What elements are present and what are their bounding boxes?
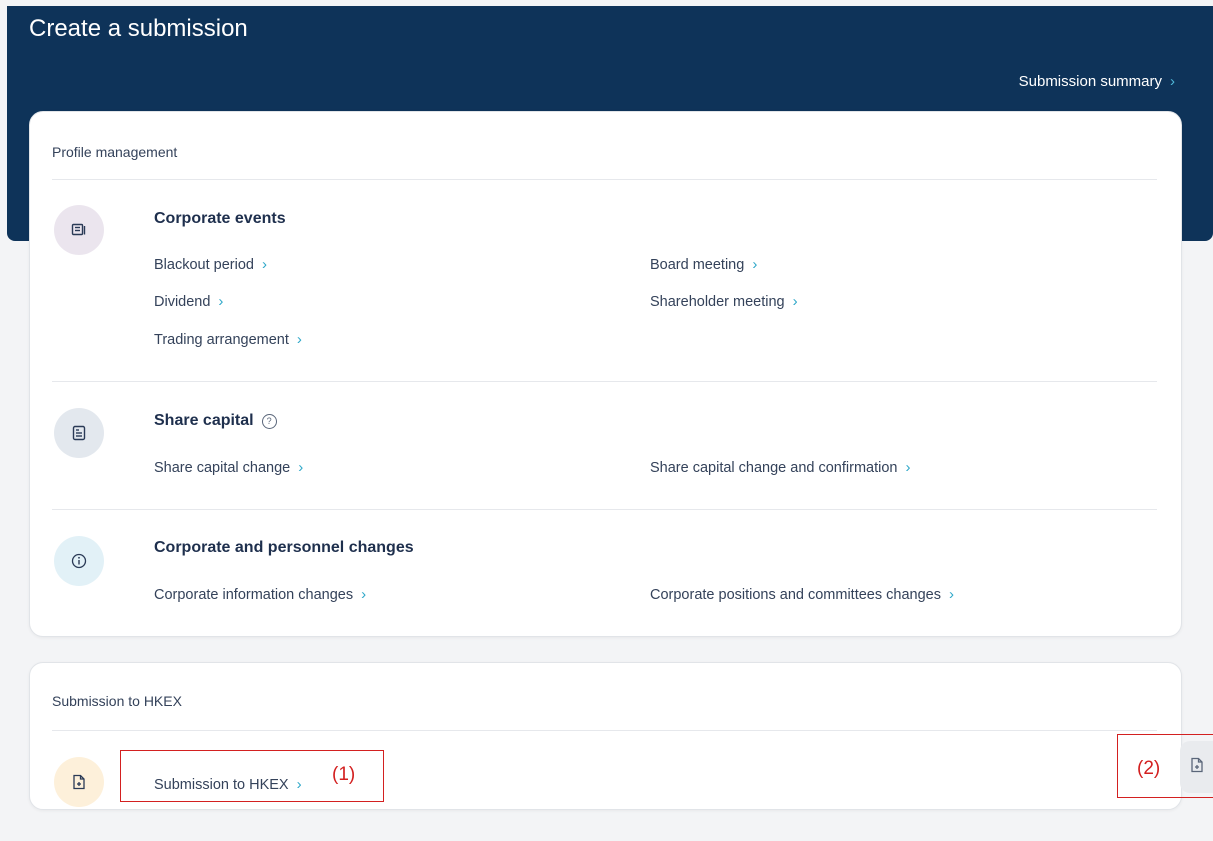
profile-management-card: Profile management Corporate events Blac… [29,111,1182,637]
page-title: Create a submission [29,15,248,42]
link-share-capital-change[interactable]: Share capital change › [154,459,303,476]
section-heading-label: Corporate events [154,210,286,227]
link-dividend[interactable]: Dividend › [154,293,223,310]
submission-summary-label: Submission summary [1018,73,1162,90]
section-heading-share-capital: Share capital ? [154,412,277,430]
chevron-right-icon: › [298,459,304,476]
chevron-right-icon: › [905,459,911,476]
annotation-label-1: (1) [332,764,356,785]
divider [52,381,1157,382]
link-label: Corporate information changes [154,586,354,603]
chevron-right-icon: › [296,331,302,348]
link-trading-arrangement[interactable]: Trading arrangement › [154,331,302,348]
section-heading-corporate-events: Corporate events [154,210,286,228]
link-share-capital-change-and-confirmation[interactable]: Share capital change and confirmation › [650,459,910,476]
divider [52,730,1157,731]
link-label: Board meeting [650,256,745,273]
link-label: Dividend [154,293,211,310]
section-heading-label: Corporate and personnel changes [154,539,414,556]
chevron-right-icon: › [361,586,367,603]
document-icon [54,408,104,458]
news-icon [54,205,104,255]
link-shareholder-meeting[interactable]: Shareholder meeting › [650,293,798,310]
link-corporate-positions-committees-changes[interactable]: Corporate positions and committees chang… [650,586,954,603]
card-title: Profile management [52,144,178,160]
link-label: Trading arrangement [154,331,289,348]
submission-summary-link[interactable]: Submission summary › [1019,73,1175,90]
chevron-right-icon: › [261,256,267,273]
link-label: Corporate positions and committees chang… [650,586,941,603]
chevron-right-icon: › [1170,73,1175,90]
chevron-right-icon: › [218,293,224,310]
section-heading-corporate-personnel-changes: Corporate and personnel changes [154,539,414,557]
annotation-box-2 [1117,734,1213,798]
chevron-right-icon: › [792,293,798,310]
annotation-label-2: (2) [1137,758,1161,779]
divider [52,509,1157,510]
link-blackout-period[interactable]: Blackout period › [154,256,267,273]
chevron-right-icon: › [948,586,954,603]
divider [52,179,1157,180]
link-label: Share capital change and confirmation [650,459,898,476]
link-board-meeting[interactable]: Board meeting › [650,256,757,273]
link-corporate-information-changes[interactable]: Corporate information changes › [154,586,366,603]
info-icon [54,536,104,586]
section-heading-label: Share capital [154,412,254,429]
link-label: Share capital change [154,459,291,476]
file-plus-icon [54,757,104,807]
link-label: Blackout period [154,256,254,273]
link-label: Shareholder meeting [650,293,785,310]
chevron-right-icon: › [752,256,758,273]
help-icon[interactable]: ? [261,413,277,429]
card-title: Submission to HKEX [52,693,182,709]
